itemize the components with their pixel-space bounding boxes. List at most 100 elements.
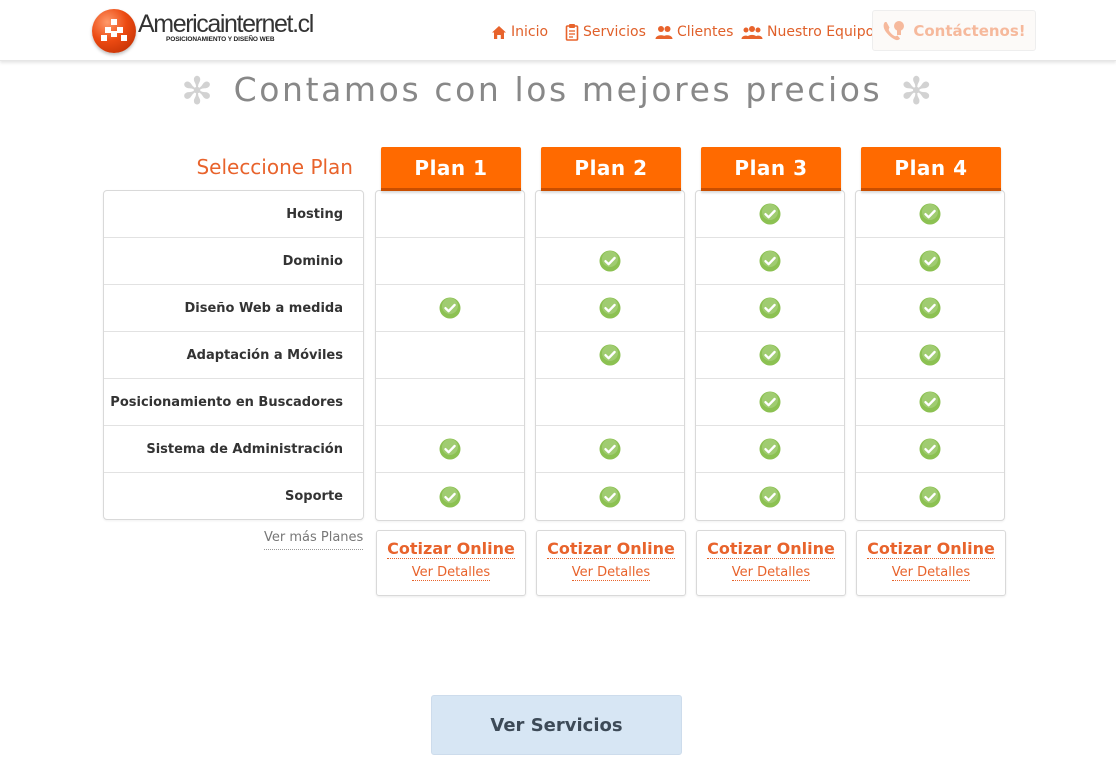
nav-label-nuestro-equipo: Nuestro Equipo bbox=[767, 24, 875, 40]
check-icon bbox=[599, 438, 621, 460]
plan-feature-cell bbox=[376, 473, 524, 520]
plan-feature-cell bbox=[856, 191, 1004, 238]
brand-name: Americainternet.cl bbox=[138, 10, 314, 38]
check-icon bbox=[439, 297, 461, 319]
plan-2-header[interactable]: Plan 2 bbox=[541, 147, 681, 191]
plan-3-actions: Cotizar Online Ver Detalles bbox=[696, 530, 846, 596]
plan-feature-cell bbox=[696, 332, 844, 379]
plan-feature-cell bbox=[536, 285, 684, 332]
feature-row: Hosting bbox=[104, 191, 363, 238]
view-details-link[interactable]: Ver Detalles bbox=[731, 565, 811, 581]
check-icon bbox=[599, 344, 621, 366]
more-plans-link[interactable]: Ver más Planes bbox=[264, 530, 364, 550]
check-icon bbox=[919, 438, 941, 460]
plan-feature-cell bbox=[536, 426, 684, 473]
check-icon bbox=[759, 203, 781, 225]
plan-feature-cell bbox=[856, 379, 1004, 426]
select-plan-label: Seleccione Plan bbox=[196, 155, 353, 179]
nav-item-inicio[interactable]: Inicio bbox=[491, 22, 548, 42]
asterisk-right-icon: ✻ bbox=[900, 69, 935, 113]
clipboard-icon bbox=[565, 24, 579, 41]
contact-label: Contáctenos! bbox=[913, 21, 1026, 40]
view-details-link[interactable]: Ver Detalles bbox=[571, 565, 651, 581]
plan-feature-cell bbox=[856, 332, 1004, 379]
feature-row: Soporte bbox=[285, 489, 343, 504]
check-icon bbox=[759, 438, 781, 460]
check-icon bbox=[759, 486, 781, 507]
site-header: Americainternet.cl POSICIONAMIENTO Y DIS… bbox=[0, 0, 1116, 61]
plan-feature-cell bbox=[856, 238, 1004, 285]
plan-3-header[interactable]: Plan 3 bbox=[701, 147, 841, 191]
check-icon bbox=[919, 344, 941, 366]
check-icon bbox=[759, 297, 781, 319]
quote-online-link[interactable]: Cotizar Online bbox=[387, 540, 515, 559]
plan-feature-cell bbox=[696, 191, 844, 238]
plan-feature-cell bbox=[696, 426, 844, 473]
phone-icon bbox=[883, 20, 905, 40]
plan-feature-cell bbox=[696, 379, 844, 426]
plan-feature-cell bbox=[376, 191, 524, 238]
page-title-text: Contamos con los mejores precios bbox=[233, 70, 883, 109]
plan-feature-cell bbox=[376, 285, 524, 332]
plan-1-header[interactable]: Plan 1 bbox=[381, 147, 521, 191]
plan-feature-cell bbox=[696, 473, 844, 520]
check-icon bbox=[919, 250, 941, 272]
contact-button[interactable]: Contáctenos! bbox=[872, 10, 1036, 51]
team-icon bbox=[741, 25, 763, 39]
quote-online-link[interactable]: Cotizar Online bbox=[867, 540, 995, 559]
plan-feature-cell bbox=[856, 285, 1004, 332]
plan-1-actions: Cotizar Online Ver Detalles bbox=[376, 530, 526, 596]
nav-item-clientes[interactable]: Clientes bbox=[655, 22, 733, 42]
nav-item-servicios[interactable]: Servicios bbox=[565, 22, 646, 42]
feature-row: Sistema de Administración bbox=[104, 426, 363, 473]
plan-feature-cell bbox=[376, 426, 524, 473]
check-icon bbox=[919, 203, 941, 225]
check-icon bbox=[599, 297, 621, 319]
plan-4-actions: Cotizar Online Ver Detalles bbox=[856, 530, 1006, 596]
quote-online-link[interactable]: Cotizar Online bbox=[707, 540, 835, 559]
feature-row: Dominio bbox=[104, 238, 363, 285]
check-icon bbox=[919, 391, 941, 413]
plan-2-actions: Cotizar Online Ver Detalles bbox=[536, 530, 686, 596]
view-services-button[interactable]: Ver Servicios bbox=[431, 695, 682, 755]
plan-2-column bbox=[535, 190, 685, 521]
nav-label-clientes: Clientes bbox=[677, 24, 734, 40]
plan-feature-cell bbox=[536, 238, 684, 285]
feature-row: Adaptación a Móviles bbox=[104, 332, 363, 379]
plan-feature-cell bbox=[536, 473, 684, 520]
view-details-link[interactable]: Ver Detalles bbox=[891, 565, 971, 581]
nav-label-servicios: Servicios bbox=[583, 24, 646, 40]
check-icon bbox=[439, 486, 461, 507]
users-icon bbox=[655, 25, 673, 39]
brand-logo[interactable]: Americainternet.cl POSICIONAMIENTO Y DIS… bbox=[92, 8, 314, 54]
plan-feature-cell bbox=[536, 191, 684, 238]
feature-row: Diseño Web a medida bbox=[104, 285, 363, 332]
plan-feature-cell bbox=[376, 238, 524, 285]
plan-feature-cell bbox=[696, 285, 844, 332]
plan-feature-cell bbox=[536, 332, 684, 379]
asterisk-left-icon: ✻ bbox=[181, 69, 216, 113]
plan-4-column bbox=[855, 190, 1005, 521]
nav-label-inicio: Inicio bbox=[511, 24, 549, 40]
plan-1-column bbox=[375, 190, 525, 521]
plan-feature-cell bbox=[536, 379, 684, 426]
plan-feature-cell bbox=[856, 473, 1004, 520]
plan-3-column bbox=[695, 190, 845, 521]
check-icon bbox=[599, 486, 621, 507]
home-icon bbox=[492, 25, 506, 39]
nav-item-nuestro-equipo[interactable]: Nuestro Equipo bbox=[741, 22, 874, 42]
plan-4-header[interactable]: Plan 4 bbox=[861, 147, 1001, 191]
feature-row: Posicionamiento en Buscadores bbox=[104, 379, 363, 426]
plan-feature-cell bbox=[856, 426, 1004, 473]
plan-feature-cell bbox=[696, 238, 844, 285]
check-icon bbox=[439, 438, 461, 460]
view-services-label: Ver Servicios bbox=[490, 714, 623, 736]
features-list: Hosting Dominio Diseño Web a medida Adap… bbox=[103, 190, 364, 520]
page-title: ✻ Contamos con los mejores precios ✻ bbox=[0, 66, 1116, 113]
view-details-link[interactable]: Ver Detalles bbox=[411, 565, 491, 581]
check-icon bbox=[919, 297, 941, 319]
brand-tagline: POSICIONAMIENTO Y DISEÑO WEB bbox=[166, 36, 275, 43]
plan-feature-cell bbox=[376, 332, 524, 379]
check-icon bbox=[599, 250, 621, 272]
quote-online-link[interactable]: Cotizar Online bbox=[547, 540, 675, 559]
